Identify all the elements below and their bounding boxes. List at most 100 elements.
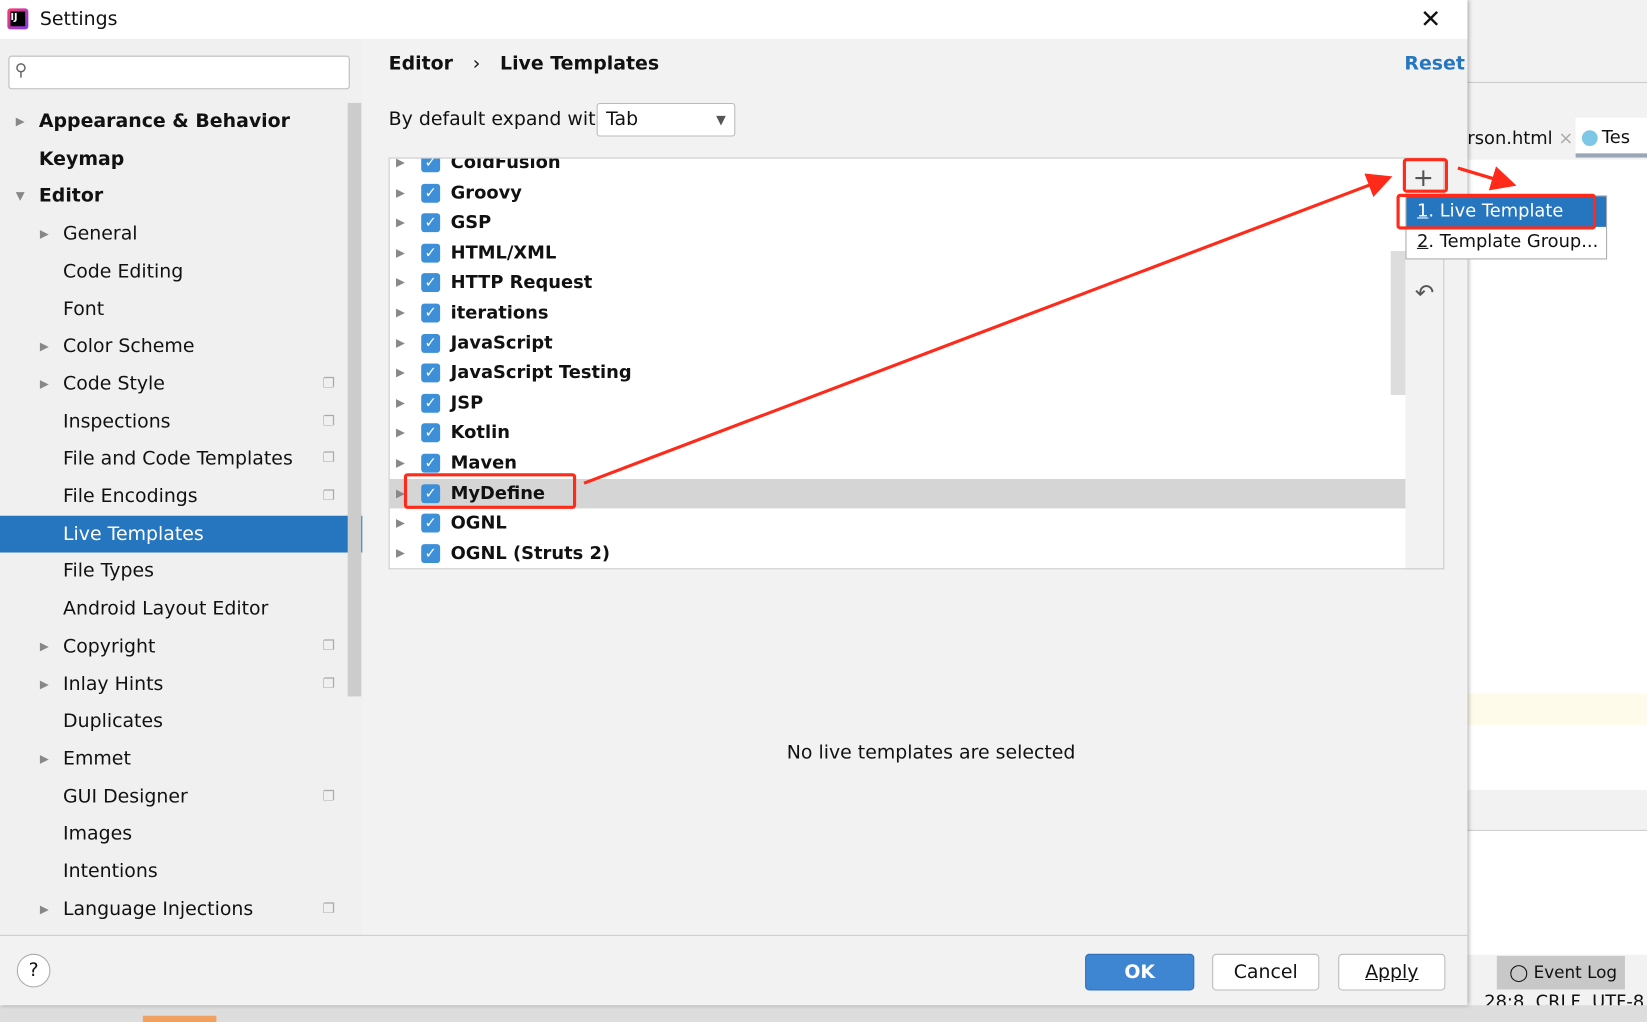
project-scope-icon: ❐ <box>322 488 335 505</box>
template-group-row[interactable]: ▶ ✓ OGNL <box>390 509 1407 538</box>
template-group-row[interactable]: ▶ ✓ ColdFusion <box>390 158 1407 178</box>
chevron-right-icon[interactable]: ▶ <box>40 628 49 665</box>
sidebar-item[interactable]: Inspections ❐ <box>0 403 347 440</box>
template-group-row[interactable]: ▶ ✓ HTTP Request <box>390 268 1407 297</box>
sidebar-item[interactable]: Android Layout Editor <box>0 590 347 627</box>
chevron-right-icon[interactable]: ▶ <box>40 215 49 252</box>
template-group-row[interactable]: ▶ ✓ HTML/XML <box>390 238 1407 267</box>
sidebar-item[interactable]: ▶ Appearance & Behavior <box>0 103 347 140</box>
sidebar-item[interactable]: GUI Designer ❐ <box>0 778 347 815</box>
template-group-row[interactable]: ▶ ✓ iterations <box>390 298 1407 327</box>
undo-icon[interactable]: ↶ <box>1415 280 1434 306</box>
template-group-row[interactable]: ▶ ✓ MyDefine <box>389 478 1407 508</box>
sidebar-item[interactable]: Font <box>0 290 347 327</box>
chevron-right-icon[interactable]: ▶ <box>40 365 49 402</box>
sidebar-item[interactable]: ▶ Copyright ❐ <box>0 628 347 665</box>
checkbox[interactable]: ✓ <box>421 303 441 323</box>
sidebar-item[interactable]: ▶ General <box>0 215 347 252</box>
ok-button[interactable]: OK <box>1085 953 1195 991</box>
chevron-right-icon[interactable]: ▶ <box>16 103 25 140</box>
checkbox[interactable]: ✓ <box>421 483 441 503</box>
chevron-right-icon[interactable]: ▶ <box>40 890 49 927</box>
chevron-right-icon[interactable]: ▶ <box>40 665 49 702</box>
sidebar-scrollbar[interactable] <box>347 102 362 697</box>
group-label: iterations <box>450 302 549 324</box>
reset-link[interactable]: Reset <box>1404 53 1465 75</box>
template-group-row[interactable]: ▶ ✓ Kotlin <box>390 418 1407 447</box>
list-scrollbar[interactable] <box>1390 251 1406 395</box>
event-log-button[interactable]: ◯ Event Log <box>1496 955 1625 990</box>
chevron-right-icon[interactable]: ▶ <box>396 479 405 508</box>
sidebar-item[interactable]: ▶ Emmet <box>0 740 347 777</box>
sidebar-item[interactable]: Intentions <box>0 853 347 890</box>
expand-with-dropdown[interactable]: Tab ▼ <box>596 102 736 137</box>
search-input[interactable] <box>8 55 350 90</box>
checkbox[interactable]: ✓ <box>421 543 441 563</box>
checkbox[interactable]: ✓ <box>421 363 441 383</box>
editor-tab-active[interactable]: Tes <box>1575 117 1647 158</box>
chevron-right-icon[interactable]: ▶ <box>396 449 405 478</box>
group-label: JavaScript Testing <box>450 362 632 384</box>
sidebar-item[interactable]: Duplicates <box>0 703 347 740</box>
apply-button[interactable]: Apply <box>1338 953 1446 991</box>
menu-item-template-group[interactable]: 2. Template Group... <box>1406 227 1606 257</box>
chevron-right-icon[interactable]: ▶ <box>396 298 405 327</box>
checkbox[interactable]: ✓ <box>421 273 441 293</box>
checkbox[interactable]: ✓ <box>421 333 441 353</box>
menu-item-live-template[interactable]: 1. Live Template <box>1406 196 1607 227</box>
group-label: GSP <box>450 212 492 234</box>
sidebar-item[interactable]: ▶ Language Injections ❐ <box>0 890 347 927</box>
chevron-right-icon[interactable]: ▶ <box>396 159 405 178</box>
sidebar-item[interactable]: Images <box>0 815 347 852</box>
checkbox[interactable]: ✓ <box>421 243 441 263</box>
chevron-right-icon[interactable]: ▶ <box>396 268 405 297</box>
add-icon[interactable]: + <box>1413 163 1434 192</box>
sidebar-item[interactable]: Keymap <box>0 140 347 177</box>
sidebar-item[interactable]: File Types <box>0 553 347 590</box>
checkbox[interactable]: ✓ <box>421 423 441 443</box>
checkbox[interactable]: ✓ <box>421 453 441 473</box>
chevron-right-icon[interactable]: ▶ <box>396 238 405 267</box>
editor-tab[interactable]: rson.html × <box>1467 121 1573 158</box>
checkbox[interactable]: ✓ <box>421 183 441 203</box>
template-group-row[interactable]: ▶ ✓ GSP <box>390 208 1407 237</box>
chevron-right-icon[interactable]: ▶ <box>40 328 49 365</box>
sidebar-item[interactable]: Live Templates <box>0 515 363 553</box>
checkbox[interactable]: ✓ <box>421 213 441 233</box>
chevron-down-icon[interactable]: ▼ <box>16 178 25 215</box>
chevron-right-icon[interactable]: ▶ <box>396 178 405 207</box>
cancel-button[interactable]: Cancel <box>1212 953 1320 991</box>
checkbox[interactable]: ✓ <box>421 158 441 173</box>
checkbox[interactable]: ✓ <box>421 513 441 533</box>
close-icon[interactable]: ✕ <box>1420 4 1441 33</box>
chevron-right-icon[interactable]: ▶ <box>396 358 405 387</box>
checkbox[interactable]: ✓ <box>421 393 441 413</box>
help-button[interactable]: ? <box>16 953 51 988</box>
close-tab-icon[interactable]: × <box>1558 128 1573 149</box>
template-group-row[interactable]: ▶ ✓ JSP <box>390 388 1407 417</box>
template-group-row[interactable]: ▶ ✓ JavaScript Testing <box>390 358 1407 387</box>
sidebar-item[interactable]: File Encodings ❐ <box>0 478 347 515</box>
sidebar-item[interactable]: ▶ Code Style ❐ <box>0 365 347 402</box>
chevron-right-icon[interactable]: ▶ <box>396 539 405 568</box>
template-group-row[interactable]: ▶ ✓ JavaScript <box>390 328 1407 357</box>
sidebar-item[interactable]: Code Editing <box>0 253 347 290</box>
template-group-row[interactable]: ▶ ✓ Maven <box>390 449 1407 478</box>
sidebar-item-label: Code Style <box>63 372 165 395</box>
chevron-right-icon[interactable]: ▶ <box>396 208 405 237</box>
sidebar-item[interactable]: ▼ Editor <box>0 178 347 215</box>
chevron-right-icon[interactable]: ▶ <box>396 328 405 357</box>
settings-sidebar: ⚲ ▶ Appearance & Behavior Keymap ▼ Editor ▶ Ge… <box>0 38 363 935</box>
sidebar-item[interactable]: ▶ Color Scheme <box>0 328 347 365</box>
chevron-right-icon[interactable]: ▶ <box>396 418 405 447</box>
sidebar-item[interactable]: File and Code Templates ❐ <box>0 440 347 477</box>
template-group-row[interactable]: ▶ ✓ OGNL (Struts 2) <box>390 539 1407 568</box>
group-label: MyDefine <box>450 482 546 504</box>
template-group-row[interactable]: ▶ ✓ Groovy <box>390 178 1407 207</box>
chevron-right-icon[interactable]: ▶ <box>40 740 49 777</box>
sidebar-item[interactable]: ▶ Inlay Hints ❐ <box>0 665 347 702</box>
chevron-right-icon[interactable]: ▶ <box>396 388 405 417</box>
group-label: OGNL (Struts 2) <box>450 542 611 564</box>
chevron-right-icon[interactable]: ▶ <box>396 509 405 538</box>
sidebar-item-label: Live Templates <box>63 522 204 545</box>
